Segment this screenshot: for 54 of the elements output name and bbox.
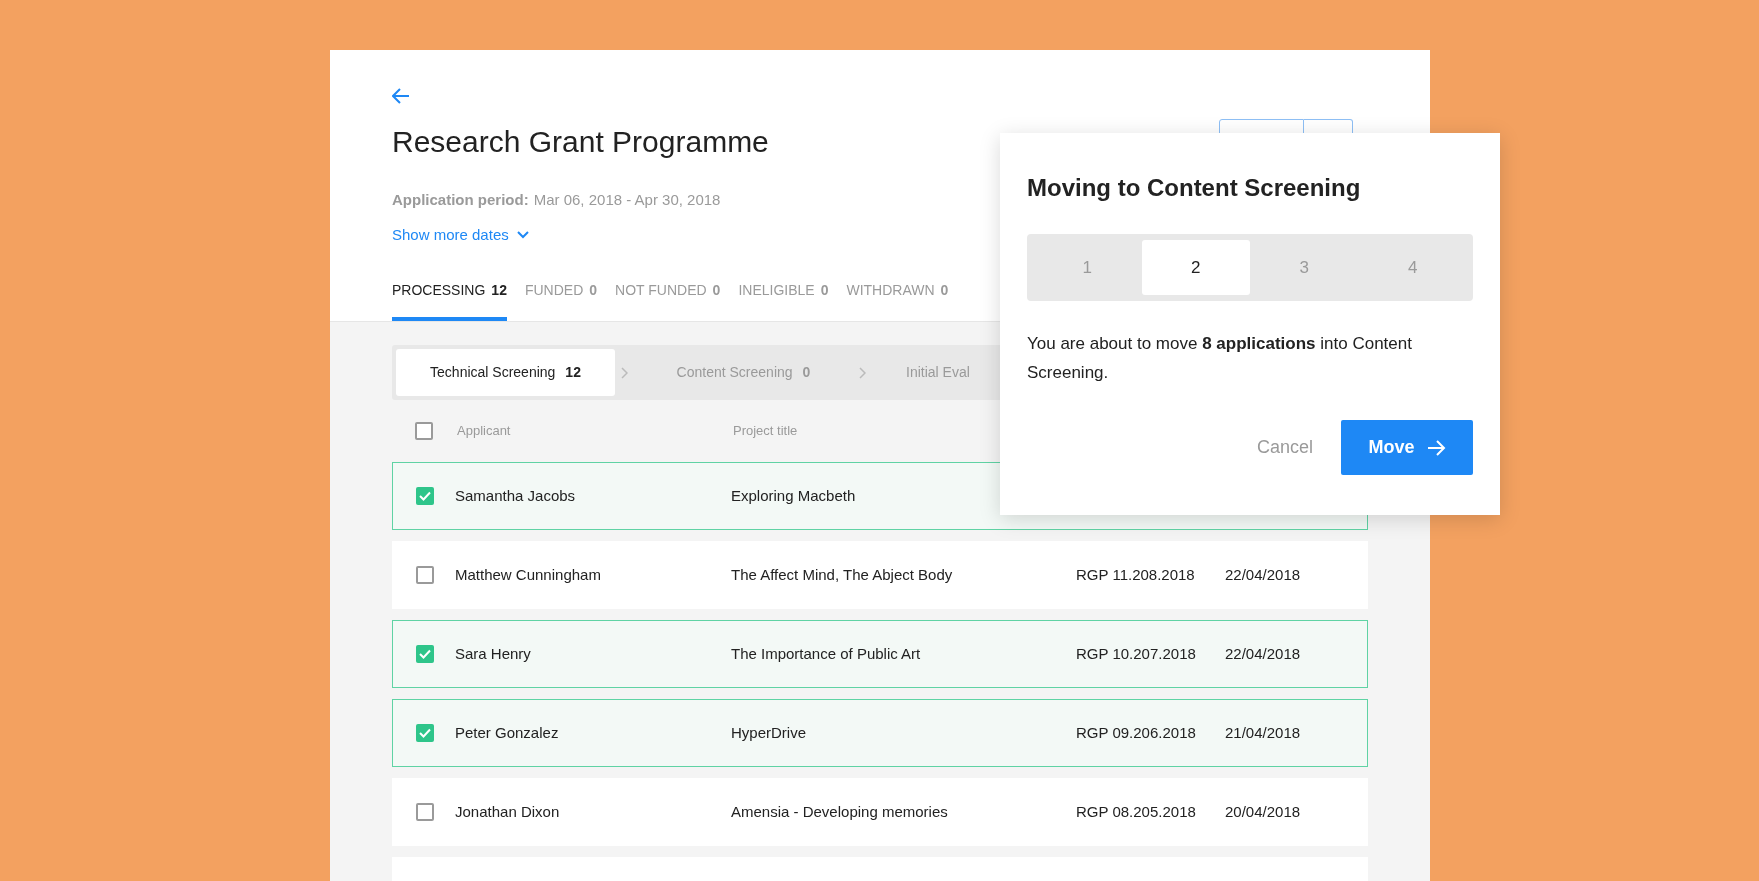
checkbox[interactable] [416,645,434,663]
stage-tab[interactable]: Technical Screening 12 [396,349,615,396]
step-option[interactable]: 1 [1033,240,1142,295]
checkbox[interactable] [416,803,434,821]
period-label: Application period: [392,190,529,210]
reference-number: RGP 09.206.2018 [1076,722,1197,743]
applicant-name: Jonathan Dixon [455,801,561,822]
applicant-name: Sara Henry [455,643,532,664]
selected-table-row[interactable]: Sara Henry The Importance of Public Art RGP 10.207.2018 22/04/2018 [392,620,1368,688]
back-arrow-icon[interactable] [392,88,410,104]
dialog-message: You are about to move 8 applications into Content Screening. [1027,333,1413,384]
show-more-dates-link[interactable]: Show more dates [392,224,529,246]
checkbox[interactable] [416,487,434,505]
checkbox[interactable] [416,724,434,742]
date-text: 22/04/2018 [1225,564,1301,585]
reference-number: RGP 11.208.2018 [1076,564,1196,585]
applicant-name: Matthew Cunningham [455,564,602,585]
stage-tab[interactable]: Content Screening 0 [634,349,853,396]
chevron-down-icon [516,231,529,239]
move-button[interactable]: Move [1341,420,1473,475]
date-text: 21/04/2018 [1225,722,1301,743]
status-tab[interactable]: NOT FUNDED 0 [615,276,721,321]
stage-tab[interactable]: Initial Eval [872,349,970,396]
period-value: Mar 06, 2018 - Apr 30, 2018 [533,190,721,210]
project-title: HyperDrive [731,722,807,743]
step-option[interactable]: 2 [1141,240,1250,295]
status-tab[interactable]: WITHDRAWN 0 [846,276,949,321]
checkbox[interactable] [416,566,434,584]
step-option[interactable]: 3 [1250,240,1359,295]
applicant-name: Peter Gonzalez [455,722,560,743]
status-tab[interactable]: FUNDED 0 [524,276,598,321]
cancel-button[interactable]: Cancel [1252,434,1317,461]
project-title: Exploring Macbeth [731,485,857,506]
status-tab[interactable]: INELIGIBLE 0 [738,276,829,321]
project-title: Amensia - Developing memories [731,801,949,822]
checkbox[interactable] [415,422,433,440]
date-text: 22/04/2018 [1225,643,1301,664]
table-row[interactable]: Matthew Cunningham The Affect Mind, The Abject Body RGP 11.208.2018 22/04/2018 [392,541,1368,609]
arrow-right-icon [1426,439,1446,456]
table-row[interactable]: Jonathan Dixon Amensia - Developing memories RGP 08.205.2018 20/04/2018 [392,778,1368,846]
chevron-right-icon [621,366,628,379]
chevron-right-icon [859,366,866,379]
reference-number: RGP 08.205.2018 [1076,801,1197,822]
step-option[interactable]: 4 [1358,240,1467,295]
reference-number: RGP 10.207.2018 [1076,643,1197,664]
selected-table-row[interactable]: Peter Gonzalez HyperDrive RGP 09.206.2018 21/04/2018 [392,699,1368,767]
date-text: 20/04/2018 [1225,801,1301,822]
project-title: The Importance of Public Art [731,643,922,664]
column-header: Applicant [457,422,512,441]
column-header: Project title [733,422,798,441]
page-title: Research Grant Programme [392,124,769,160]
dialog-title: Moving to Content Screening [1027,173,1362,203]
project-title: The Affect Mind, The Abject Body [731,564,954,585]
applicant-name: Samantha Jacobs [455,485,577,506]
